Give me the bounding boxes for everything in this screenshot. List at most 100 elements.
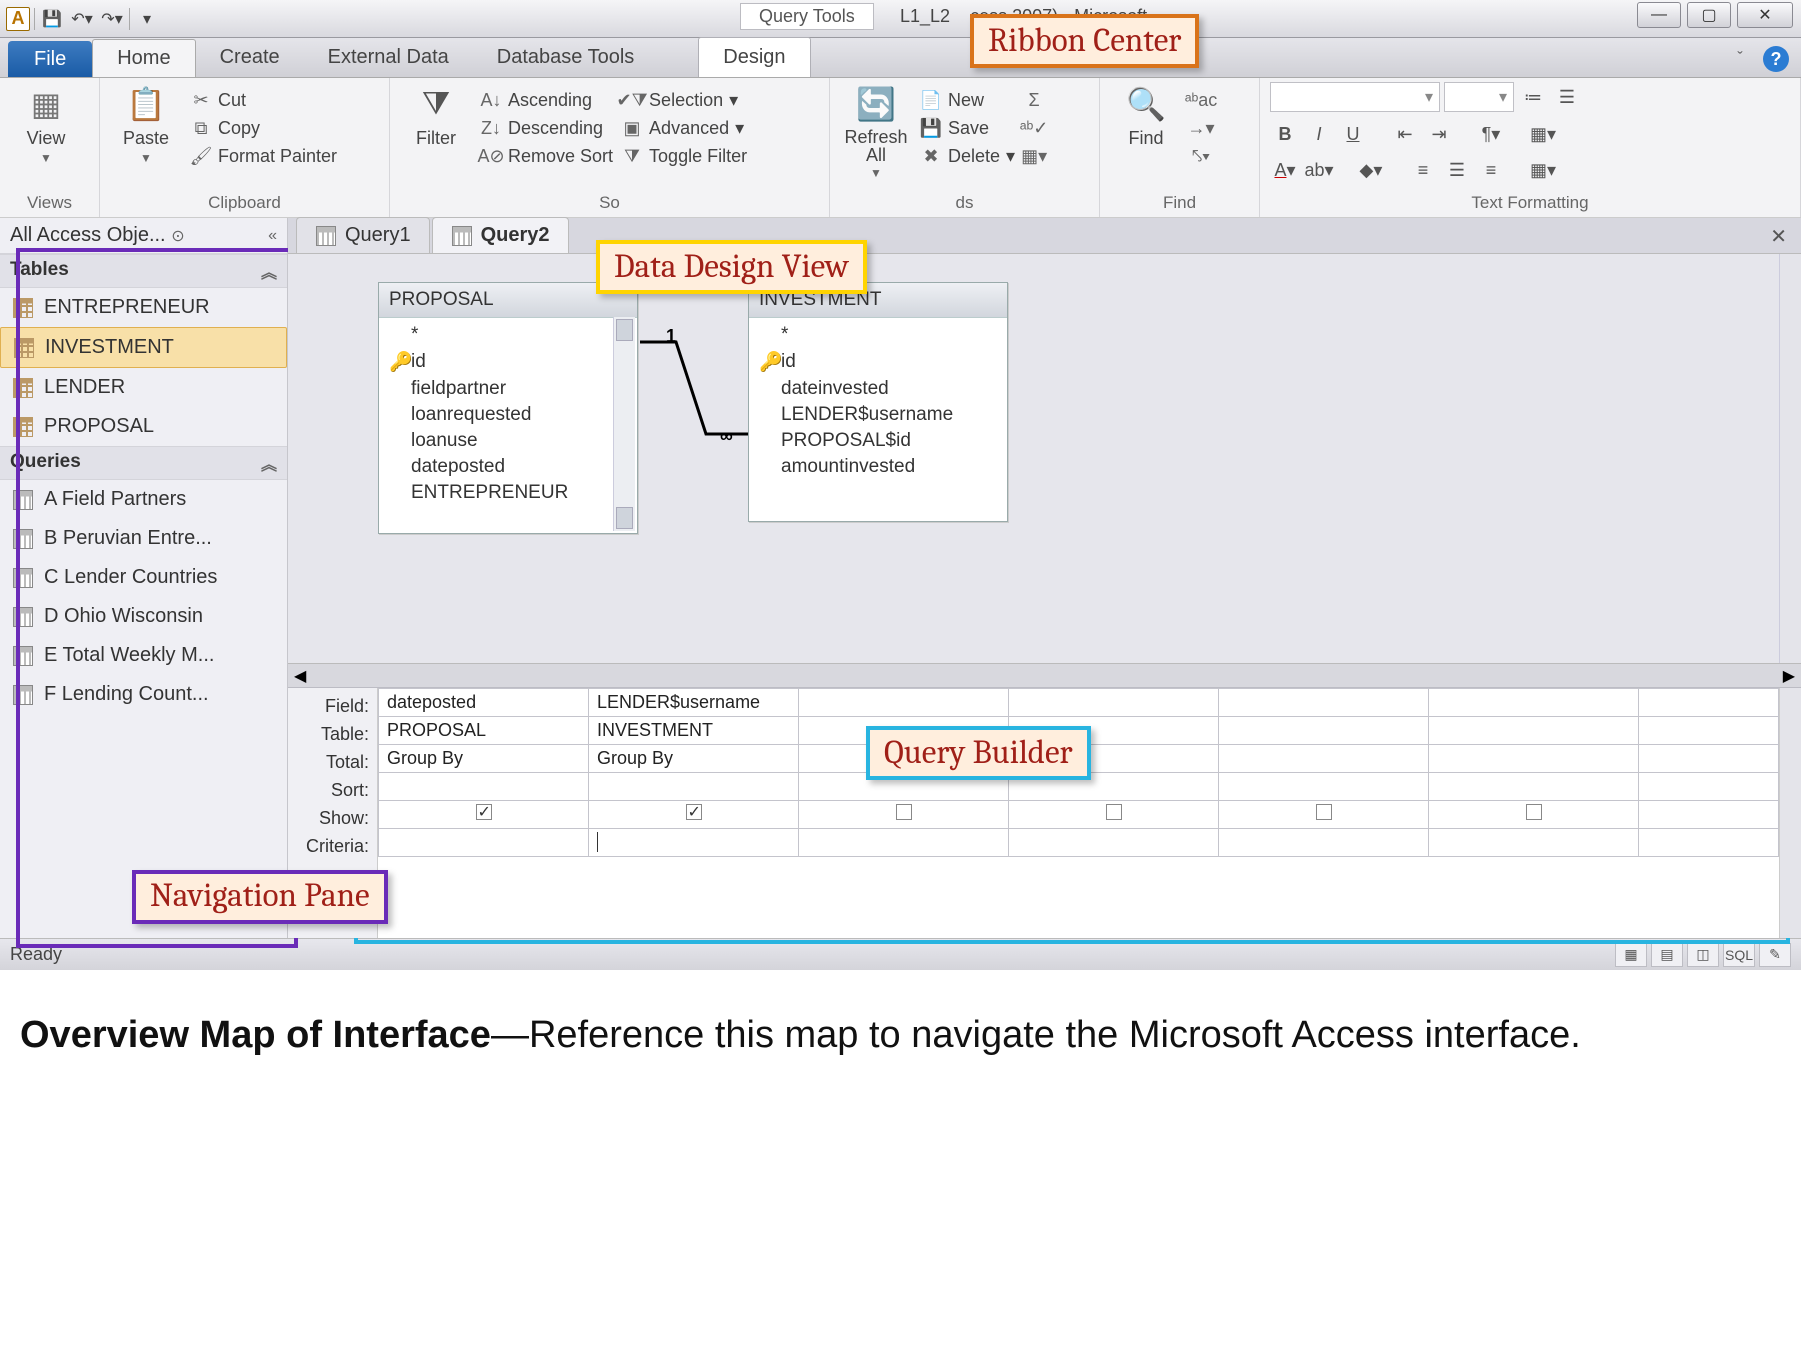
nav-query-b[interactable]: B Peruvian Entre... [0,519,287,558]
new-button[interactable]: 📄New [920,86,1015,114]
nav-title[interactable]: All Access Obje... ⊙ [10,224,185,247]
table-investment[interactable]: INVESTMENT * 🔑id dateinvested LENDER$use… [748,282,1008,522]
qat-customize-button[interactable]: ▾ [134,6,160,32]
underline-button[interactable]: U [1338,120,1368,148]
nav-table-investment[interactable]: INVESTMENT [0,327,287,368]
cell-total-col1[interactable]: Group By [379,745,589,773]
format-painter-button[interactable]: 🖌Format Painter [190,142,337,170]
help-button[interactable]: ? [1763,46,1789,72]
field-row[interactable]: PROPOSAL$id [755,428,1001,454]
qat-save-button[interactable]: 💾 [39,6,65,32]
highlight-button[interactable]: ab▾ [1304,156,1334,184]
close-tab-button[interactable]: ✕ [1770,224,1787,249]
delete-button[interactable]: ✖Delete ▾ [920,142,1015,170]
sort-desc-button[interactable]: Z↓Descending [480,114,613,142]
cell-field-col1[interactable]: dateposted [379,689,589,717]
totals-button[interactable]: Σ [1023,86,1045,114]
advanced-button[interactable]: ▣Advanced ▾ [621,114,747,142]
view-pivotchart-button[interactable]: ◫ [1687,943,1719,967]
qat-redo-button[interactable]: ↷▾ [99,6,125,32]
tab-design[interactable]: Design [698,37,810,77]
font-dropdown[interactable]: ▾ [1270,82,1440,112]
field-row[interactable]: 🔑id [385,348,631,376]
sort-asc-button[interactable]: A↓Ascending [480,86,613,114]
italic-button[interactable]: I [1304,120,1334,148]
filter-button[interactable]: ⧩ Filter [400,82,472,149]
cell-field-col2[interactable]: LENDER$username [589,689,799,717]
scrollbar[interactable] [1779,254,1801,663]
field-row[interactable]: loanuse [385,428,631,454]
scroll-right-icon[interactable]: ▶ [1783,666,1795,686]
cell-show-col1[interactable] [379,801,589,829]
field-row[interactable]: 🔑id [755,348,1001,376]
indent-increase-button[interactable]: ⇥ [1424,120,1454,148]
field-row[interactable]: * [385,322,631,348]
field-row[interactable]: fieldpartner [385,376,631,402]
cut-button[interactable]: ✂Cut [190,86,337,114]
view-sql-button[interactable]: SQL [1723,943,1755,967]
doc-tab-query1[interactable]: Query1 [296,217,430,253]
scrollbar[interactable] [613,317,635,531]
cell-table-col2[interactable]: INVESTMENT [589,717,799,745]
maximize-button[interactable]: ▢ [1687,2,1731,28]
minimize-button[interactable]: — [1637,2,1681,28]
text-dir-button[interactable]: ¶▾ [1476,120,1506,148]
bold-button[interactable]: B [1270,120,1300,148]
replace-button[interactable]: ᵃᵇac [1190,86,1212,114]
tab-home[interactable]: Home [92,39,195,77]
nav-query-d[interactable]: D Ohio Wisconsin [0,597,287,636]
font-color-button[interactable]: A▾ [1270,156,1300,184]
align-center-button[interactable]: ☰ [1442,156,1472,184]
goto-button[interactable]: →▾ [1190,114,1212,142]
nav-query-c[interactable]: C Lender Countries [0,558,287,597]
nav-table-entrepreneur[interactable]: ENTREPRENEUR [0,288,287,327]
nav-query-a[interactable]: A Field Partners [0,480,287,519]
table-proposal[interactable]: PROPOSAL * 🔑id fieldpartner loanrequeste… [378,282,638,534]
nav-query-f[interactable]: F Lending Count... [0,675,287,714]
cell-table-col1[interactable]: PROPOSAL [379,717,589,745]
doc-tab-query2[interactable]: Query2 [432,217,569,253]
field-row[interactable]: loanrequested [385,402,631,428]
find-button[interactable]: 🔍 Find [1110,82,1182,149]
bullets-button[interactable]: ≔ [1518,83,1548,111]
nav-section-queries[interactable]: Queries︽ [0,446,287,480]
align-left-button[interactable]: ≡ [1408,156,1438,184]
field-row[interactable]: ENTREPRENEUR [385,480,631,506]
nav-section-tables[interactable]: Tables︽ [0,254,287,288]
tab-external-data[interactable]: External Data [304,38,473,77]
copy-button[interactable]: ⧉Copy [190,114,337,142]
fill-color-button[interactable]: ◆▾ [1356,156,1386,184]
view-pivot-button[interactable]: ▤ [1651,943,1683,967]
numbering-button[interactable]: ☰ [1552,83,1582,111]
remove-sort-button[interactable]: A⊘Remove Sort [480,142,613,170]
view-button[interactable]: ▦ View ▼ [10,82,82,165]
field-row[interactable]: LENDER$username [755,402,1001,428]
tab-file[interactable]: File [8,41,92,77]
indent-decrease-button[interactable]: ⇤ [1390,120,1420,148]
field-row[interactable]: * [755,322,1001,348]
paste-button[interactable]: 📋 Paste ▼ [110,82,182,165]
view-design-button[interactable]: ✎ [1759,943,1791,967]
nav-collapse-button[interactable]: « [268,227,277,245]
scrollbar[interactable] [1779,688,1801,938]
scroll-left-icon[interactable]: ◀ [294,666,306,686]
font-size-dropdown[interactable]: ▾ [1444,82,1514,112]
nav-query-e[interactable]: E Total Weekly M... [0,636,287,675]
toggle-filter-button[interactable]: ⧩Toggle Filter [621,142,747,170]
view-datasheet-button[interactable]: ▦ [1615,943,1647,967]
data-design-view[interactable]: PROPOSAL * 🔑id fieldpartner loanrequeste… [288,254,1801,664]
collapse-ribbon-button[interactable]: ˇ [1727,46,1753,72]
field-row[interactable]: dateinvested [755,376,1001,402]
field-row[interactable]: amountinvested [755,454,1001,480]
more-button[interactable]: ▦▾ [1023,142,1045,170]
refresh-all-button[interactable]: 🔄 Refresh All ▼ [840,82,912,180]
cell-field[interactable] [799,689,1009,717]
nav-table-proposal[interactable]: PROPOSAL [0,407,287,446]
alt-row-color-button[interactable]: ▦▾ [1528,156,1558,184]
cell-criteria-col2[interactable] [589,829,799,857]
save-record-button[interactable]: 💾Save [920,114,1015,142]
field-row[interactable]: dateposted [385,454,631,480]
splitter[interactable]: ◀ ▶ [288,664,1801,688]
tab-database-tools[interactable]: Database Tools [473,38,659,77]
selection-button[interactable]: ✔⧩Selection ▾ [621,86,747,114]
